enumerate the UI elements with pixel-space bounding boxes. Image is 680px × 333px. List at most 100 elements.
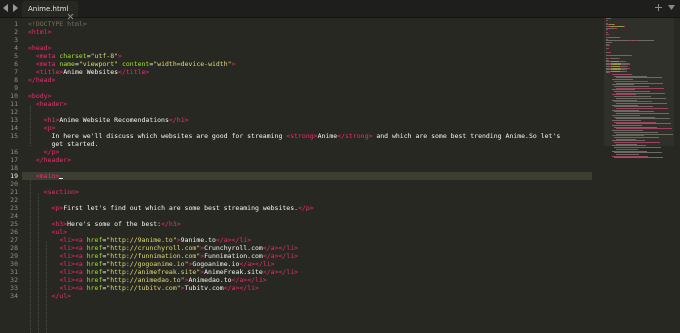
code-token: name bbox=[59, 60, 75, 68]
code-line: <li><a href="http://gogoanime.io">Gogoan… bbox=[28, 260, 274, 268]
code-token: <h3> bbox=[51, 220, 68, 228]
minimap-mark bbox=[613, 70, 620, 72]
code-token: get started. bbox=[28, 140, 99, 148]
line-number: 20 bbox=[10, 180, 18, 188]
code-token: and which are some best trending Anime.S… bbox=[372, 132, 561, 140]
code-token: <li><a bbox=[59, 252, 87, 260]
code-token: Animedao.to bbox=[188, 276, 232, 284]
code-token: <li><a bbox=[59, 260, 87, 268]
code-token: "http://tubitv.com" bbox=[106, 284, 181, 292]
line-number: 8 bbox=[14, 76, 18, 84]
code-token: charset bbox=[59, 52, 87, 60]
code-token: </title> bbox=[118, 68, 150, 76]
code-token: <meta bbox=[35, 52, 60, 60]
chevron-right-icon[interactable] bbox=[11, 2, 19, 14]
code-line: <li><a href="http://animedao.to">Animeda… bbox=[28, 276, 266, 284]
code-line: <h1>Anime Website Recomendations</h1> bbox=[28, 116, 189, 124]
line-number: 30 bbox=[10, 260, 18, 268]
code-line: <header> bbox=[28, 100, 67, 108]
chevron-left-icon[interactable] bbox=[2, 2, 10, 14]
text-cursor bbox=[59, 178, 64, 179]
code-token: <li><a bbox=[59, 244, 87, 252]
plus-icon[interactable] bbox=[654, 3, 663, 12]
code-line: <head> bbox=[28, 44, 51, 52]
code-line: <section> bbox=[28, 188, 79, 196]
chevron-down-icon[interactable] bbox=[667, 3, 676, 12]
code-token: <h1> bbox=[43, 116, 60, 124]
code-line: <main> bbox=[22, 172, 592, 180]
code-line: <!DOCTYPE html> bbox=[28, 20, 87, 28]
line-number: 26 bbox=[10, 228, 18, 236]
code-token: 9anime.to bbox=[180, 236, 216, 244]
minimap-mark bbox=[617, 26, 625, 27]
code-line: <li><a href="http://9anime.to">9anime.to… bbox=[28, 236, 251, 244]
code-token: <!DOCTYPE html> bbox=[28, 20, 87, 28]
minimap-mark bbox=[606, 34, 610, 35]
minimap-mark bbox=[606, 45, 610, 47]
code-token: <p> bbox=[51, 204, 64, 212]
code-line: <li><a href="http://animefreak.site">Ani… bbox=[28, 268, 298, 276]
code-token: href bbox=[86, 236, 103, 244]
code-area[interactable]: <!DOCTYPE html> <html> <head> <meta charse… bbox=[22, 18, 598, 333]
minimap-mark bbox=[609, 58, 618, 59]
minimap-mark bbox=[623, 70, 627, 72]
code-token: In here we'll discuss which websites are… bbox=[28, 132, 287, 140]
minimap-mark bbox=[608, 72, 610, 74]
code-token: <html> bbox=[28, 28, 52, 36]
code-token: Here's some of the best: bbox=[67, 220, 162, 228]
code-token: <meta bbox=[35, 60, 60, 68]
minimap-mark bbox=[618, 37, 621, 39]
minimap-mark bbox=[607, 51, 611, 53]
code-line: </p> bbox=[28, 148, 60, 156]
tab-anime-html[interactable]: Anime.html bbox=[22, 1, 78, 20]
code-token: <ul> bbox=[51, 228, 68, 236]
code-line: <title>Anime Websites</title> bbox=[28, 68, 150, 76]
line-number: 18 bbox=[10, 164, 18, 172]
code-line: <html> bbox=[28, 28, 51, 36]
code-token: Anime bbox=[317, 132, 338, 140]
code-token: </p> bbox=[43, 148, 60, 156]
code-token: <head> bbox=[28, 44, 52, 52]
code-token: </a></li> bbox=[262, 252, 299, 260]
code-line: <li><a href="http://funnimation.com">Fun… bbox=[28, 252, 298, 260]
code-line: <meta name="viewport" content="width=dev… bbox=[28, 60, 236, 68]
line-number: 3 bbox=[14, 36, 18, 44]
code-line: <meta charset="utf-8"> bbox=[28, 52, 122, 60]
code-token: "http://crunchyroll.com" bbox=[106, 244, 201, 252]
close-icon[interactable] bbox=[67, 5, 74, 20]
code-line: </ul> bbox=[28, 292, 71, 300]
minimap-mark bbox=[606, 48, 609, 50]
minimap[interactable] bbox=[606, 18, 673, 159]
code-token: </a></li> bbox=[223, 284, 259, 292]
code-token: Crunchyroll.com bbox=[204, 244, 263, 252]
line-number: 5 bbox=[14, 52, 18, 60]
line-number: 14 bbox=[10, 124, 18, 132]
tab-navigation bbox=[2, 2, 20, 14]
code-token: > bbox=[231, 60, 236, 68]
tab-bar: Anime.html bbox=[0, 0, 680, 20]
line-number: 9 bbox=[14, 84, 18, 92]
code-token: "utf-8" bbox=[90, 52, 119, 60]
minimap-mark bbox=[636, 40, 654, 42]
line-number: 7 bbox=[14, 68, 18, 76]
code-token: </a></li> bbox=[262, 268, 299, 276]
code-token: Gogoanime.io bbox=[192, 260, 240, 268]
line-number: 25 bbox=[10, 220, 18, 228]
line-number: 23 bbox=[10, 204, 18, 212]
code-token: href bbox=[86, 268, 103, 276]
line-number: 21 bbox=[10, 188, 18, 196]
code-token: href bbox=[86, 276, 103, 284]
code-token: Tubitv.com bbox=[184, 284, 224, 292]
line-number: 29 bbox=[10, 252, 18, 260]
code-token: </a></li> bbox=[215, 236, 252, 244]
